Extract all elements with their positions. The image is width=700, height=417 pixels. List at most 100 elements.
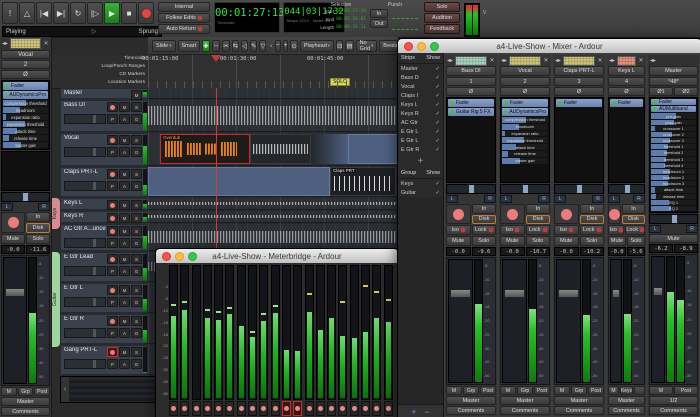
strip-list-item[interactable]: E Gtr L ✓: [398, 136, 443, 145]
metering-point-button[interactable]: M: [608, 386, 619, 395]
comments-button[interactable]: Comments: [608, 406, 645, 415]
strip-name-button[interactable]: Master: [649, 66, 698, 76]
track-playlist-button[interactable]: P: [107, 238, 118, 248]
channel-record-arm-button[interactable]: [281, 401, 291, 416]
track-mute-button[interactable]: M: [119, 316, 130, 326]
output-button[interactable]: Master: [554, 396, 604, 405]
pan-handle[interactable]: [522, 185, 528, 193]
track-group-button[interactable]: G: [131, 114, 142, 124]
track-automation-button[interactable]: A: [119, 266, 130, 276]
metering-point-button[interactable]: M: [649, 386, 673, 395]
solo-button[interactable]: Solo: [525, 236, 550, 246]
group-active-checkbox[interactable]: ✓: [435, 181, 440, 187]
selection-end-clock[interactable]: 00:01:34:01: [336, 16, 366, 24]
channel-record-arm-button[interactable]: [372, 401, 382, 416]
input-monitor-button[interactable]: In: [622, 204, 645, 214]
plugin-parameter-control[interactable]: master gain: [502, 157, 548, 164]
processor-box[interactable]: Fader: [554, 97, 604, 183]
gain-fader[interactable]: [651, 256, 665, 383]
plugin-processor[interactable]: Guitar Rig 5 FX: [448, 108, 494, 116]
processor-active-led[interactable]: [5, 93, 8, 97]
draw-tool[interactable]: ✎: [250, 39, 258, 52]
metering-point-button[interactable]: M: [554, 386, 570, 395]
fader-handle[interactable]: [558, 289, 579, 299]
group-button[interactable]: Grp: [17, 387, 34, 396]
strip-name-button[interactable]: Vocal: [500, 66, 550, 76]
strip-number-button[interactable]: 4: [608, 77, 645, 86]
processor-box[interactable]: Fader AUDynamicsPro compression threshol…: [500, 97, 550, 183]
summary-scroll-left-button[interactable]: ‹: [61, 377, 69, 402]
track-automation-button[interactable]: A: [119, 238, 130, 248]
track-solo-button[interactable]: S: [131, 102, 142, 112]
strip-number-button[interactable]: 2: [1, 60, 50, 69]
strip-list-item[interactable]: E Gtr L ✓: [398, 127, 443, 136]
solo-button[interactable]: Solo: [471, 236, 496, 246]
solo-isolate-button[interactable]: Iso: [500, 225, 525, 235]
channel-record-arm-button[interactable]: [225, 401, 235, 416]
plugin-parameter-control[interactable]: threshold 2: [651, 150, 696, 156]
track-header[interactable]: Keys L M S P A G: [60, 198, 148, 210]
track-header[interactable]: Gang PRT-L M S P A G: [60, 345, 148, 375]
processor-active-led[interactable]: [504, 110, 508, 114]
strip-list-item[interactable]: Bass D ✓: [398, 73, 443, 82]
post-button[interactable]: [634, 386, 645, 395]
cut-tool[interactable]: ✂: [222, 39, 230, 52]
record-arm-button[interactable]: [608, 204, 621, 224]
track-name[interactable]: E Gtr R: [64, 316, 106, 322]
ruler-name[interactable]: CD Markers: [52, 71, 148, 79]
strip-list-item[interactable]: Keys L ✓: [398, 100, 443, 109]
zoom-in-button[interactable]: +: [282, 39, 289, 52]
comments-button[interactable]: Comments: [554, 406, 604, 415]
ruler-name[interactable]: Loop/Punch Ranges: [52, 63, 148, 71]
track-solo-button[interactable]: S: [131, 347, 142, 357]
crossfade-region[interactable]: [311, 134, 348, 164]
input-monitor-button[interactable]: In: [580, 204, 604, 214]
track-group-button[interactable]: G: [131, 266, 142, 276]
track-solo-button[interactable]: S: [131, 316, 142, 326]
strip-number-button[interactable]: 1: [446, 77, 496, 86]
plugin-parameter-control[interactable]: compression threshold: [502, 117, 548, 123]
pan-handle[interactable]: [624, 185, 630, 193]
zoom-focus-dropdown[interactable]: Playhead ▾: [299, 39, 335, 52]
processor-box[interactable]: Fader Guitar Rig 5 FX: [446, 97, 496, 183]
track-gain-slider[interactable]: [64, 328, 106, 338]
fader-handle[interactable]: [5, 288, 25, 297]
zoom-out-button[interactable]: −: [274, 39, 281, 52]
output-button[interactable]: 1/2: [649, 396, 698, 405]
feedback-button[interactable]: Feedback: [424, 24, 460, 34]
track-name[interactable]: Keys L: [64, 200, 106, 206]
stretch-tool[interactable]: ⇆: [231, 39, 240, 52]
track-gain-slider[interactable]: [64, 147, 106, 157]
solo-lock-button[interactable]: Lock: [525, 225, 550, 235]
track-record-arm-button[interactable]: [107, 254, 118, 264]
post-button[interactable]: Post: [34, 387, 51, 396]
track-group-button[interactable]: G: [131, 359, 142, 369]
group-button[interactable]: Keys: [619, 386, 634, 395]
track-header[interactable]: Bass DI M S P A G: [60, 100, 148, 132]
track-record-arm-button[interactable]: [107, 200, 118, 210]
close-icon[interactable]: ✕: [488, 57, 496, 64]
track-mute-button[interactable]: M: [119, 213, 130, 223]
go-to-start-button[interactable]: |◀: [36, 2, 52, 24]
peak-display[interactable]: -10.2: [579, 247, 604, 256]
peak-display[interactable]: -8.9: [674, 244, 698, 253]
disk-monitor-button[interactable]: Disk: [526, 214, 550, 224]
comments-button[interactable]: Comments: [500, 406, 550, 415]
record-arm-button[interactable]: [554, 204, 579, 224]
processor-active-led[interactable]: [5, 84, 9, 88]
pan-handle[interactable]: [468, 185, 474, 193]
track-gain-slider[interactable]: [64, 238, 106, 248]
pan-control[interactable]: [446, 184, 496, 194]
gain-fader[interactable]: [3, 257, 27, 384]
pan-control[interactable]: [554, 184, 604, 194]
range-tool[interactable]: ↔: [211, 39, 221, 52]
track-group-button[interactable]: G: [131, 297, 142, 307]
plugin-parameter-control[interactable]: post-gain: [651, 119, 696, 125]
track-mute-button[interactable]: M: [119, 102, 130, 112]
peak-display[interactable]: -9.6: [471, 247, 496, 256]
processor-box[interactable]: Fader: [608, 97, 645, 183]
visibility-checkbox[interactable]: ✓: [435, 93, 440, 99]
plugin-parameter-control[interactable]: crossover 1: [651, 125, 696, 132]
audition-tool[interactable]: ◁: [241, 39, 249, 52]
strip-name-button[interactable]: Keys L: [608, 66, 645, 76]
